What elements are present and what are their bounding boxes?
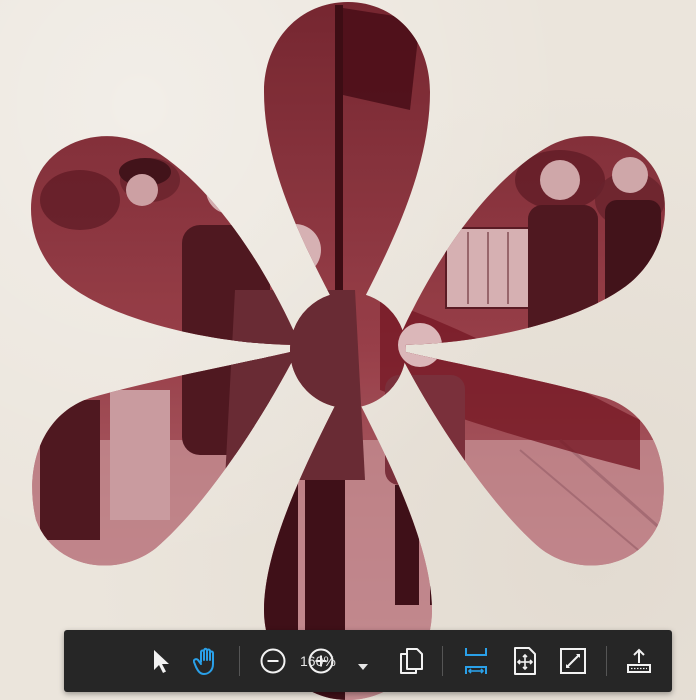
zoom-level-control[interactable]: 160% <box>292 646 378 676</box>
fullscreen-button[interactable] <box>554 642 592 680</box>
chevron-down-icon <box>358 657 368 673</box>
minus-circle-icon <box>259 647 287 675</box>
copy-button[interactable] <box>392 642 430 680</box>
fullscreen-icon <box>559 647 587 675</box>
fit-page-icon <box>512 646 538 676</box>
toolbar-divider <box>239 646 240 676</box>
hand-icon <box>193 646 221 676</box>
select-tool-button[interactable] <box>142 642 180 680</box>
fit-width-button[interactable] <box>457 642 495 680</box>
zoom-level-value: 160% <box>300 653 336 669</box>
upload-tray-icon <box>625 647 653 675</box>
pointer-arrow-icon <box>150 648 172 674</box>
fit-page-button[interactable] <box>506 642 544 680</box>
flower-shaped-photo <box>30 2 666 700</box>
toolbar-divider <box>606 646 607 676</box>
zoom-out-button[interactable] <box>254 642 292 680</box>
copy-pages-icon <box>398 647 424 675</box>
toolbar-divider <box>442 646 443 676</box>
document-canvas[interactable] <box>0 0 696 700</box>
export-button[interactable] <box>620 642 658 680</box>
hand-tool-button[interactable] <box>188 642 226 680</box>
fit-width-icon <box>463 646 489 676</box>
